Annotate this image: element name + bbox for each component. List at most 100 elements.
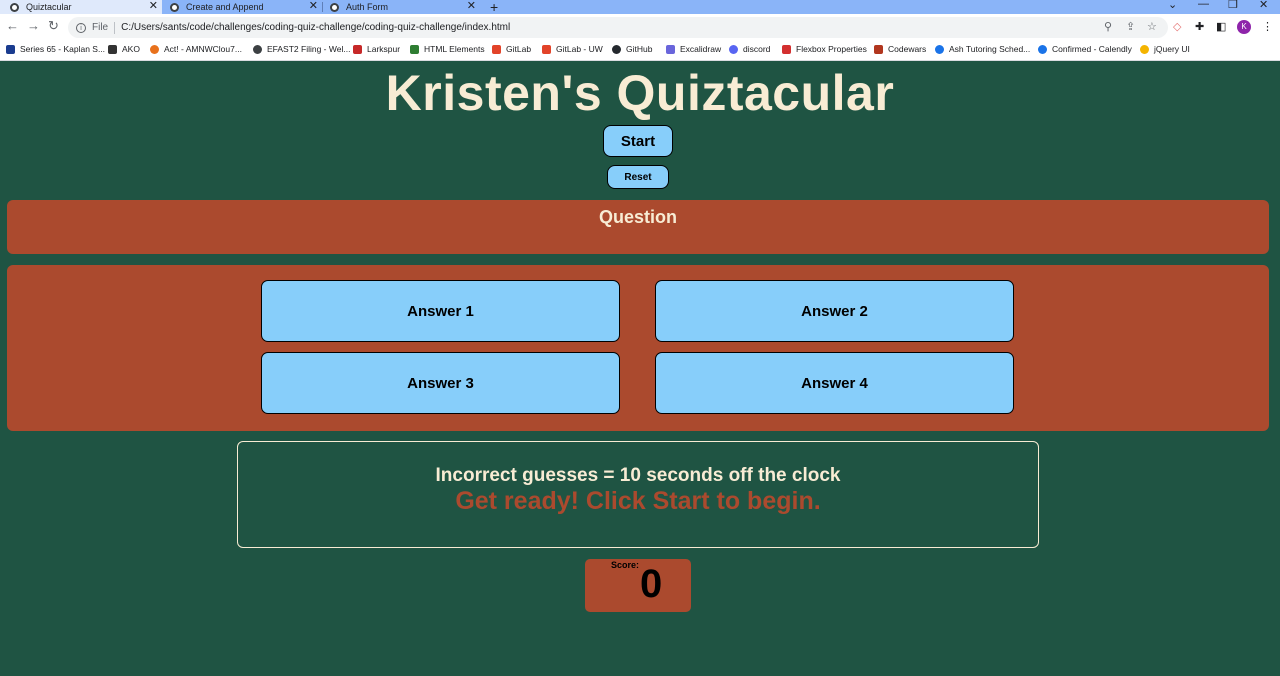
tab-auth-form[interactable]: Auth Form ✕: [323, 0, 480, 14]
info-icon[interactable]: i: [76, 22, 86, 33]
reset-button[interactable]: Reset: [607, 165, 669, 189]
bookmark-item[interactable]: AKO: [108, 44, 140, 54]
start-button[interactable]: Start: [603, 125, 673, 157]
status-message: Get ready! Click Start to begin.: [455, 487, 821, 515]
bookmark-item[interactable]: Act! - AMNWClou7...: [150, 44, 242, 54]
puzzle-extensions-icon[interactable]: ✚: [1195, 20, 1204, 33]
address-divider: [114, 21, 116, 34]
close-window-button[interactable]: ✕: [1259, 0, 1268, 11]
bookmark-icon: [410, 44, 419, 54]
answer-3-button[interactable]: Answer 3: [261, 352, 620, 414]
bookmark-icon: [353, 44, 362, 54]
menu-kebab-icon[interactable]: ⋮: [1262, 20, 1273, 33]
reload-icon[interactable]: ↻: [48, 18, 59, 34]
answers-panel: [7, 265, 1269, 431]
bookmark-item[interactable]: Ash Tutoring Sched...: [935, 44, 1030, 54]
bookmark-icon: [782, 44, 791, 54]
bookmark-item[interactable]: Codewars: [874, 44, 926, 54]
bookmark-label: GitLab: [506, 44, 532, 54]
bookmark-icon: [6, 44, 15, 54]
bookmark-label: Flexbox Properties: [796, 44, 867, 54]
back-arrow-icon[interactable]: ←: [6, 18, 19, 33]
bookmark-label: Confirmed - Calendly: [1052, 44, 1132, 54]
bookmark-label: GitHub: [626, 44, 653, 54]
calendly-icon: [1038, 44, 1047, 54]
answer-2-button[interactable]: Answer 2: [655, 280, 1014, 342]
forward-arrow-icon[interactable]: →: [27, 18, 40, 33]
share-icon[interactable]: ⇪: [1126, 20, 1135, 33]
bookmark-label: Series 65 - Kaplan S...: [20, 44, 106, 54]
info-panel: Incorrect guesses = 10 seconds off the c…: [237, 441, 1039, 548]
bookmark-icon: [666, 44, 675, 54]
bookmark-item[interactable]: Excalidraw: [666, 44, 721, 54]
bookmark-label: Act! - AMNWClou7...: [164, 44, 242, 54]
bookmark-label: GitLab - UW: [556, 44, 603, 54]
bookmark-item[interactable]: jQuery UI: [1140, 44, 1190, 54]
answer-4-button[interactable]: Answer 4: [655, 352, 1014, 414]
bookmark-label: AKO: [122, 44, 140, 54]
bookmark-item[interactable]: Series 65 - Kaplan S...: [6, 44, 105, 54]
github-icon: [612, 44, 621, 54]
score-panel: Score: 0: [585, 559, 691, 612]
page-title: Kristen's Quiztacular: [385, 65, 895, 121]
bookmark-label: Excalidraw: [680, 44, 722, 54]
bookmark-icon: [150, 44, 159, 54]
calendly-icon: [935, 44, 944, 54]
bookmark-icon: [108, 44, 117, 54]
bookmark-label: Codewars: [888, 44, 927, 54]
close-tab-icon[interactable]: ✕: [309, 0, 318, 13]
bookmark-item[interactable]: discord: [729, 44, 770, 54]
globe-icon: [170, 2, 179, 12]
bookmark-item[interactable]: Larkspur: [353, 44, 400, 54]
close-tab-icon[interactable]: ✕: [467, 0, 476, 13]
globe-icon: [10, 2, 19, 12]
bookmarks-bar: Series 65 - Kaplan S... AKO Act! - AMNWC…: [0, 40, 1280, 61]
tab-label: Auth Form: [346, 2, 389, 12]
close-tab-icon[interactable]: ✕: [149, 0, 158, 13]
bookmark-item[interactable]: HTML Elements: [410, 44, 485, 54]
bookmark-item[interactable]: GitHub: [612, 44, 652, 54]
globe-icon: [330, 2, 339, 12]
new-tab-button[interactable]: +: [490, 0, 498, 15]
browser-toolbar: ← → ↻ i File C:/Users/sants/code/challen…: [0, 14, 1280, 40]
bookmark-item[interactable]: EFAST2 Filing - Wel...: [253, 44, 350, 54]
tab-create-and-append[interactable]: Create and Append ✕: [162, 0, 322, 14]
minimize-button[interactable]: —: [1198, 0, 1209, 10]
gitlab-icon: [492, 44, 501, 54]
tab-label: Quiztacular: [26, 2, 72, 12]
bookmark-label: discord: [743, 44, 771, 54]
question-text: Question: [598, 207, 677, 227]
restore-button[interactable]: ❐: [1228, 0, 1238, 11]
bookmark-label: HTML Elements: [424, 44, 485, 54]
jquery-icon: [1140, 44, 1149, 54]
protocol-label: File: [92, 22, 109, 33]
score-label: Score:: [611, 560, 640, 570]
bookmark-item[interactable]: Flexbox Properties: [782, 44, 867, 54]
zoom-icon[interactable]: ⚲: [1104, 20, 1112, 33]
question-panel: Question: [7, 200, 1269, 254]
bookmark-label: EFAST2 Filing - Wel...: [267, 44, 351, 54]
answer-1-button[interactable]: Answer 1: [261, 280, 620, 342]
gitlab-icon: [542, 44, 551, 54]
bookmark-icon: [253, 44, 262, 54]
tab-label: Create and Append: [186, 2, 264, 12]
rule-text: Incorrect guesses = 10 seconds off the c…: [435, 465, 841, 486]
side-panel-icon[interactable]: ◧: [1216, 20, 1226, 33]
bookmark-label: Ash Tutoring Sched...: [949, 44, 1031, 54]
bookmark-item[interactable]: Confirmed - Calendly: [1038, 44, 1132, 54]
browser-tab-bar: Quiztacular ✕ Create and Append ✕ Auth F…: [0, 0, 1280, 15]
address-bar[interactable]: i File C:/Users/sants/code/challenges/co…: [68, 17, 1168, 38]
bookmark-label: jQuery UI: [1154, 44, 1190, 54]
tab-search-icon[interactable]: ⌄: [1168, 0, 1177, 11]
profile-avatar[interactable]: K: [1237, 20, 1251, 34]
bookmark-star-icon[interactable]: ☆: [1147, 20, 1157, 33]
bookmark-label: Larkspur: [367, 44, 401, 54]
discord-icon: [729, 44, 738, 54]
extension-icon[interactable]: ◇: [1173, 20, 1181, 33]
bookmark-item[interactable]: GitLab - UW: [542, 44, 603, 54]
score-value: 0: [640, 562, 663, 606]
tab-quiztacular[interactable]: Quiztacular ✕: [0, 0, 162, 14]
codewars-icon: [874, 44, 883, 54]
url-text[interactable]: C:/Users/sants/code/challenges/coding-qu…: [121, 22, 510, 33]
bookmark-item[interactable]: GitLab: [492, 44, 531, 54]
